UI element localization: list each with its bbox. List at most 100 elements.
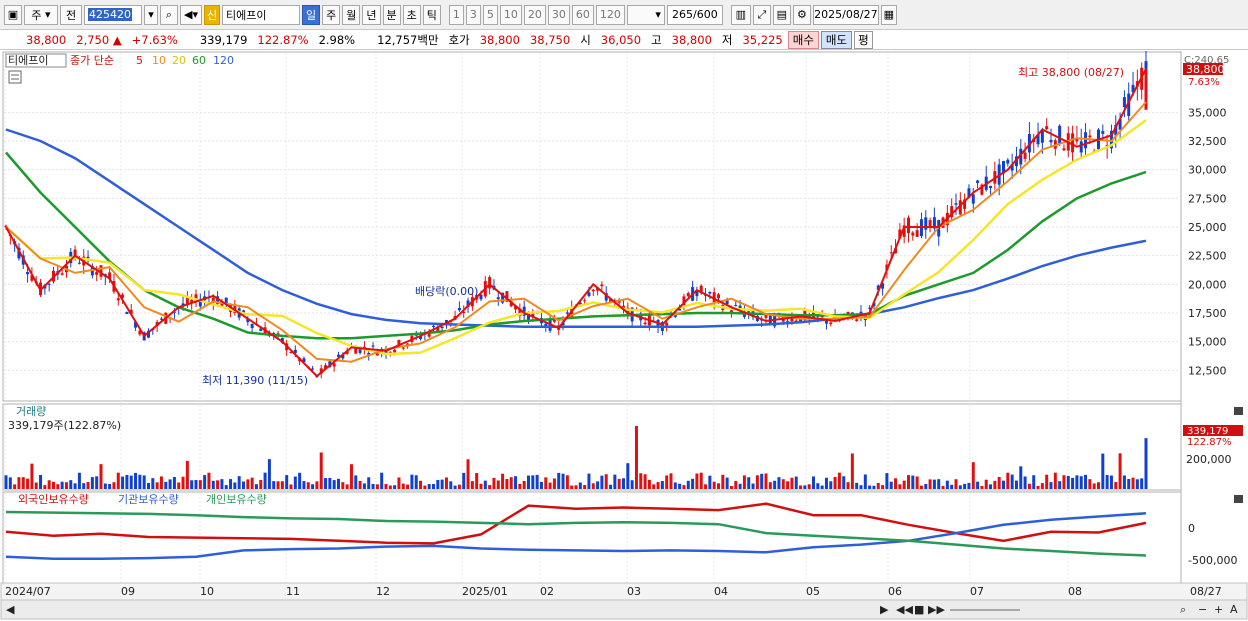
stop-icon[interactable]: ■: [914, 603, 924, 616]
volume-bar: [1075, 475, 1079, 489]
stock-code-input[interactable]: 425420: [84, 4, 142, 25]
volume-bar: [850, 453, 854, 489]
volume-bar: [1036, 485, 1040, 489]
indicator-menu-icon[interactable]: [8, 70, 22, 84]
search-icon[interactable]: ⌕: [160, 4, 178, 25]
chart-layout-icon[interactable]: ▣: [4, 4, 22, 25]
x-tick-label: 12: [376, 585, 390, 598]
zoom-out-icon[interactable]: −: [1198, 603, 1207, 616]
minute-option-5[interactable]: 5: [482, 4, 498, 25]
volume-bar: [263, 472, 267, 489]
speaker-icon[interactable]: ◀▾: [180, 4, 202, 25]
candle-body: [86, 256, 90, 258]
period-type-label: 주: [31, 8, 42, 22]
drawing-tool-icon[interactable]: ⤢: [752, 4, 771, 25]
volume-bar: [401, 483, 405, 489]
volume-bar: [280, 481, 284, 489]
font-size-icon[interactable]: A: [1230, 603, 1238, 616]
ma-legend-10: 10: [152, 54, 166, 67]
volume-bar: [393, 485, 397, 489]
tab-minute[interactable]: 분: [382, 4, 401, 25]
x-tick-label: 03: [627, 585, 641, 598]
candle-body: [829, 322, 833, 325]
scroll-right-icon[interactable]: ▶: [880, 603, 889, 616]
minute-option-1[interactable]: 1: [448, 4, 464, 25]
volume-bar: [388, 485, 392, 489]
volume-bar: [984, 479, 988, 489]
volume-bar: [915, 476, 919, 489]
minute-option-10[interactable]: 10: [499, 4, 522, 25]
volume-bar: [898, 484, 902, 489]
volume-bar: [768, 482, 772, 489]
period-type-select[interactable]: 주 ▾: [24, 4, 58, 25]
minute-option-20[interactable]: 20: [523, 4, 546, 25]
volume-bar: [958, 485, 962, 489]
volume-bar: [855, 482, 859, 489]
minute-option-3[interactable]: 3: [465, 4, 481, 25]
volume-bar: [764, 473, 768, 489]
candle-type-icon[interactable]: ▥: [730, 4, 751, 25]
custom-period-dropdown[interactable]: ▾: [626, 4, 665, 25]
volume-bar: [1019, 466, 1023, 489]
volume-bar: [457, 484, 461, 489]
volume-bar: [742, 475, 746, 489]
volume-bar: [1122, 475, 1126, 489]
tab-day[interactable]: 일: [302, 4, 321, 25]
candle-body: [250, 323, 254, 328]
volume-bar: [868, 485, 872, 489]
legend-foreign: 외국인보유수량: [18, 493, 89, 506]
minute-option-30[interactable]: 30: [547, 4, 570, 25]
settings-gear-icon[interactable]: ⚙: [792, 4, 811, 25]
volume-value-text: 339,179주(122.87%): [8, 419, 121, 432]
candle-body: [976, 180, 980, 183]
average-button[interactable]: 평: [854, 30, 873, 49]
volume-bar: [112, 482, 116, 489]
rewind-icon[interactable]: ◀◀: [896, 603, 913, 616]
volume-bar: [876, 483, 880, 489]
zoom-search-icon[interactable]: ⌕: [1180, 603, 1186, 616]
bar-count-field[interactable]: 265/600: [666, 4, 723, 25]
zoom-in-icon[interactable]: +: [1214, 603, 1223, 616]
code-dropdown-icon[interactable]: ▾: [144, 4, 158, 25]
volume-bar: [43, 485, 47, 489]
tab-week[interactable]: 주: [322, 4, 341, 25]
volume-bar: [242, 481, 245, 489]
minute-option-120[interactable]: 120: [595, 4, 625, 25]
minute-option-60[interactable]: 60: [571, 4, 594, 25]
volume-bar: [505, 479, 509, 489]
volume-bar: [803, 485, 807, 489]
tab-second[interactable]: 초: [402, 4, 421, 25]
volume-bar: [250, 477, 254, 489]
save-icon[interactable]: ▤: [772, 4, 791, 25]
fast-forward-icon[interactable]: ▶▶: [928, 603, 945, 616]
candle-body: [971, 194, 975, 204]
calendar-icon[interactable]: ▦: [880, 4, 897, 25]
holdings-close-icon[interactable]: [1234, 495, 1243, 503]
volume-bar: [440, 479, 444, 489]
candle-body: [1084, 132, 1088, 149]
tab-year[interactable]: 년: [362, 4, 381, 25]
volume-bar: [432, 484, 435, 489]
stock-name-field[interactable]: 티에프이: [222, 4, 300, 25]
volume-close-icon[interactable]: [1234, 407, 1243, 415]
tab-month[interactable]: 월: [342, 4, 361, 25]
tab-tick[interactable]: 틱: [422, 4, 441, 25]
stock-chart[interactable]: 35,000 32,500 30,000 27,500 25,000 22,500 20,0…: [0, 51, 1248, 621]
volume-bar: [699, 472, 703, 489]
scroll-bar[interactable]: [0, 599, 1248, 620]
candle-body: [764, 315, 768, 318]
buy-button[interactable]: 매수: [787, 30, 819, 49]
volume-bar: [1135, 479, 1139, 489]
volume-bar: [13, 484, 17, 489]
sell-button[interactable]: 매도: [820, 30, 853, 49]
volume-bar: [311, 484, 315, 489]
volume-bar: [781, 479, 785, 489]
volume-title: 거래량: [16, 405, 46, 418]
prev-select[interactable]: 전: [60, 4, 82, 25]
volume-panel-frame: [2, 403, 1182, 491]
date-field[interactable]: 2025/08/27: [812, 4, 879, 25]
volume-bar: [414, 475, 418, 489]
volume-bar: [302, 481, 306, 489]
scroll-left-icon[interactable]: ◀: [6, 603, 15, 616]
volume-bar: [108, 483, 112, 489]
